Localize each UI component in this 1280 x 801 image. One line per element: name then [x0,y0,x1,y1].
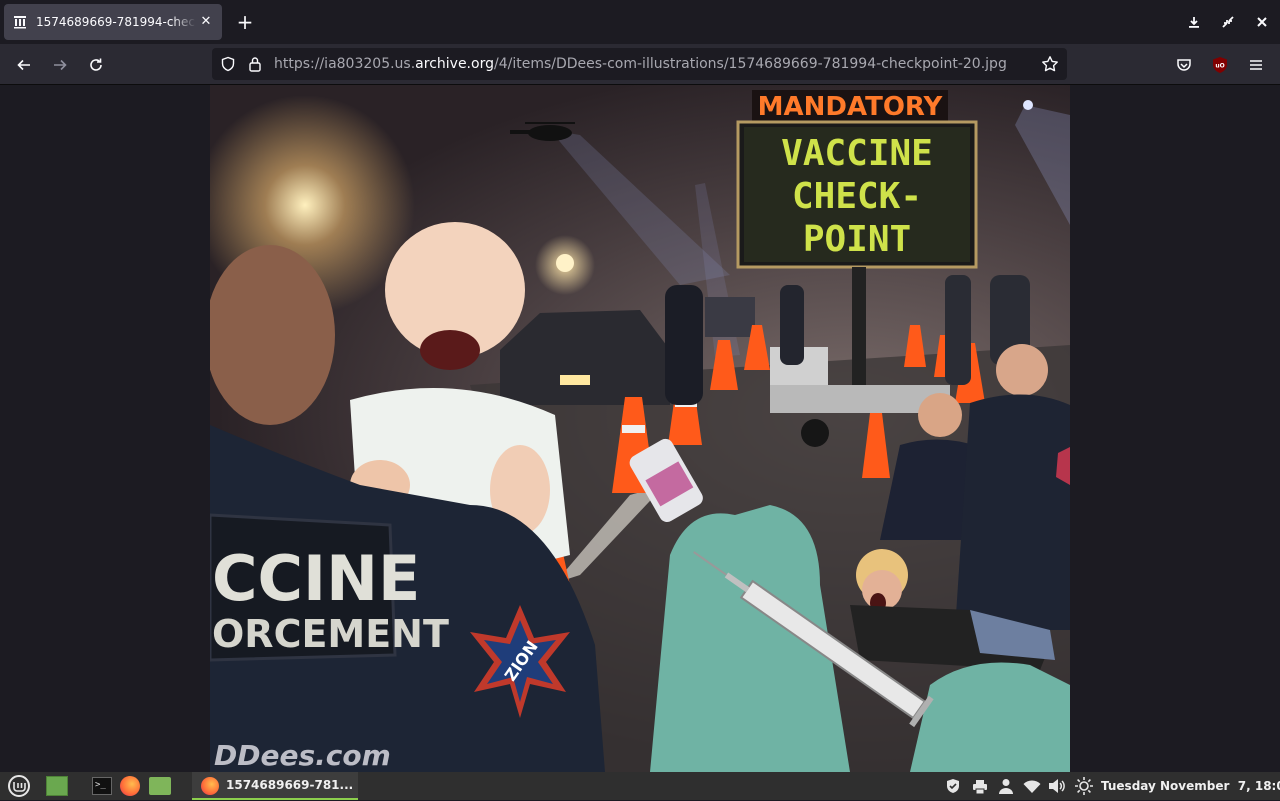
patch-line-2: ORCEMENT [212,612,449,656]
ublock-icon: uO [1213,57,1227,73]
download-icon[interactable] [1185,13,1203,31]
reload-icon [90,58,102,71]
url-text[interactable]: https://ia803205.us.archive.org/4/items/… [274,56,1007,72]
taskbar: >_ 1574689669-781... Tuesday November 7,… [0,772,1280,800]
car-shape [500,310,670,405]
url-prefix: https://ia803205.us. [274,56,416,72]
pocket-icon [1177,59,1191,71]
terminal-icon[interactable]: >_ [92,777,112,795]
brightness-icon[interactable] [1075,777,1093,799]
archive-icon [12,14,28,30]
url-bar[interactable]: https://ia803205.us.archive.org/4/items/… [212,48,1067,80]
clock[interactable]: Tuesday November 7, 18:01 [1101,779,1280,793]
new-tab-button[interactable]: + [234,12,256,34]
arrow-right-icon [54,59,67,71]
svg-text:uO: uO [1215,63,1224,70]
illustration: MANDATORY VACCINE CHECK- POINT CCINE ORC… [210,90,1070,772]
patch-line-1: CCINE [212,542,420,615]
page-content: MANDATORY VACCINE CHECK- POINT CCINE ORC… [0,85,1280,772]
hamburger-menu-icon [1250,60,1262,70]
sign-top-text: MANDATORY [758,92,944,122]
firefox-window-icon [201,777,219,795]
tab-strip: 1574689669-781994-checkpoint-20.jpg ✕ + [0,0,1280,44]
app-menu-button[interactable] [1244,53,1268,77]
tab-active[interactable]: 1574689669-781994-checkpoint-20.jpg ✕ [4,4,222,40]
arrow-left-icon [17,59,30,71]
back-button[interactable] [12,53,36,77]
restore-window-icon[interactable] [1219,13,1237,31]
taskbar-window-firefox[interactable]: 1574689669-781... [192,772,358,800]
sign-line-2: CHECK- [792,176,922,217]
taskbar-window-label: 1574689669-781... [226,778,354,792]
sign-line-1: VACCINE [781,133,933,174]
firefox-launcher-icon[interactable] [120,776,140,796]
watermark-text: DDees.com [214,739,391,772]
shield-icon[interactable] [220,56,236,76]
user-icon[interactable] [999,778,1013,798]
bookmark-star-icon[interactable] [1041,55,1059,77]
lock-icon[interactable] [248,56,262,76]
navigation-toolbar: https://ia803205.us.archive.org/4/items/… [0,44,1280,85]
printer-icon[interactable] [972,779,988,798]
close-window-icon[interactable] [1253,13,1271,31]
pocket-button[interactable] [1172,53,1196,77]
helicopter-shape [510,122,575,141]
show-desktop-icon[interactable] [46,776,68,796]
tab-close-icon[interactable]: ✕ [198,14,214,30]
files-launcher-icon[interactable] [149,777,171,795]
mint-menu-icon[interactable] [7,775,31,797]
url-domain: archive.org [415,56,494,72]
update-shield-icon[interactable] [945,778,961,798]
reload-button[interactable] [84,53,108,77]
wifi-icon[interactable] [1023,779,1041,798]
volume-icon[interactable] [1048,778,1066,798]
forward-button[interactable] [48,53,72,77]
ublock-origin-button[interactable]: uO [1208,53,1232,77]
tab-title: 1574689669-781994-checkpoint-20.jpg [36,15,196,29]
sign-line-3: POINT [803,219,911,260]
url-path: /4/items/DDees-com-illustrations/1574689… [493,56,1007,72]
displayed-image[interactable]: MANDATORY VACCINE CHECK- POINT CCINE ORC… [210,85,1070,772]
